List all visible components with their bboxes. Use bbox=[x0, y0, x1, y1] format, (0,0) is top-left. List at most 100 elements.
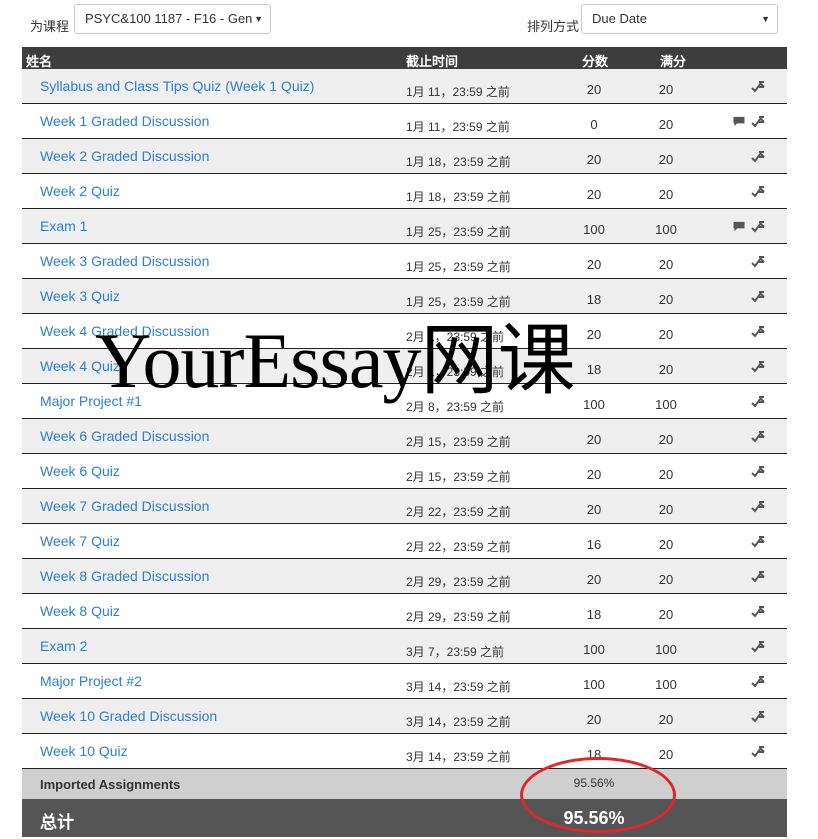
what-if-icon[interactable] bbox=[750, 675, 766, 689]
assignment-link[interactable]: Week 7 Quiz bbox=[40, 533, 120, 549]
score-value[interactable]: 20 bbox=[570, 502, 618, 517]
what-if-icon[interactable] bbox=[750, 80, 766, 94]
what-if-icon[interactable] bbox=[750, 640, 766, 654]
out-of-value: 100 bbox=[655, 642, 677, 657]
out-of-value: 20 bbox=[658, 432, 674, 447]
out-of-value: 20 bbox=[658, 712, 674, 727]
assignment-link[interactable]: Major Project #2 bbox=[40, 673, 142, 689]
header-score: 分数 bbox=[582, 54, 609, 69]
score-value[interactable]: 20 bbox=[570, 467, 618, 482]
assignment-link[interactable]: Syllabus and Class Tips Quiz (Week 1 Qui… bbox=[40, 78, 314, 94]
score-value[interactable]: 18 bbox=[570, 362, 618, 377]
what-if-icon[interactable] bbox=[750, 290, 766, 304]
assignment-link[interactable]: Exam 1 bbox=[40, 218, 87, 234]
assignment-link[interactable]: Week 7 Graded Discussion bbox=[40, 498, 209, 514]
what-if-icon[interactable] bbox=[750, 360, 766, 374]
score-value[interactable]: 18 bbox=[570, 747, 618, 762]
what-if-icon[interactable] bbox=[750, 430, 766, 444]
score-value[interactable]: 20 bbox=[570, 187, 618, 202]
assignment-link[interactable]: Week 4 Quiz bbox=[40, 358, 120, 374]
table-row: Exam 2 3月 7，23:59 之前 100 100 bbox=[22, 629, 787, 664]
assignment-link[interactable]: Week 6 Graded Discussion bbox=[40, 428, 209, 444]
assignment-link[interactable]: Week 8 Graded Discussion bbox=[40, 568, 209, 584]
score-value[interactable]: 20 bbox=[570, 432, 618, 447]
what-if-icon[interactable] bbox=[750, 185, 766, 199]
what-if-icon[interactable] bbox=[750, 570, 766, 584]
due-date: 3月 7，23:59 之前 bbox=[406, 645, 505, 659]
what-if-icon[interactable] bbox=[750, 745, 766, 759]
grades-table: 姓名 截止时间 分数 满分 Syllabus and Class Tips Qu… bbox=[22, 47, 787, 837]
assignment-link[interactable]: Week 1 Graded Discussion bbox=[40, 113, 209, 129]
out-of-value: 20 bbox=[658, 187, 674, 202]
out-of-value: 20 bbox=[658, 362, 674, 377]
what-if-icon[interactable] bbox=[750, 535, 766, 549]
score-value[interactable]: 16 bbox=[570, 537, 618, 552]
score-value[interactable]: 18 bbox=[570, 292, 618, 307]
what-if-icon[interactable] bbox=[750, 395, 766, 409]
score-value[interactable]: 20 bbox=[570, 572, 618, 587]
what-if-icon[interactable] bbox=[750, 325, 766, 339]
assignment-link[interactable]: Week 8 Quiz bbox=[40, 603, 120, 619]
assignment-link[interactable]: Week 2 Graded Discussion bbox=[40, 148, 209, 164]
assignment-link[interactable]: Week 3 Graded Discussion bbox=[40, 253, 209, 269]
score-value[interactable]: 20 bbox=[570, 327, 618, 342]
out-of-value: 20 bbox=[658, 537, 674, 552]
score-value[interactable]: 20 bbox=[570, 82, 618, 97]
score-value[interactable]: 0 bbox=[570, 117, 618, 132]
assignment-link[interactable]: Week 4 Graded Discussion bbox=[40, 323, 209, 339]
what-if-icon[interactable] bbox=[750, 465, 766, 479]
assignment-link[interactable]: Week 10 Graded Discussion bbox=[40, 708, 217, 724]
score-value[interactable]: 20 bbox=[570, 257, 618, 272]
assignment-link[interactable]: Major Project #1 bbox=[40, 393, 142, 409]
due-date: 2月 22，23:59 之前 bbox=[406, 540, 511, 554]
assignment-link[interactable]: Exam 2 bbox=[40, 638, 87, 654]
course-select-label: 为课程 bbox=[30, 19, 70, 34]
table-row: Week 10 Quiz 3月 14，23:59 之前 18 20 bbox=[22, 734, 787, 769]
assignment-link[interactable]: Week 6 Quiz bbox=[40, 463, 120, 479]
score-value[interactable]: 100 bbox=[570, 677, 618, 692]
score-value[interactable]: 20 bbox=[570, 152, 618, 167]
what-if-icon[interactable] bbox=[750, 220, 766, 234]
table-row: Major Project #1 2月 8，23:59 之前 100 100 bbox=[22, 384, 787, 419]
course-select[interactable]: PSYC&100 1187 - F16 - Gen ▼ bbox=[74, 4, 271, 34]
imported-value: 95.56% bbox=[573, 776, 615, 790]
header-due: 截止时间 bbox=[406, 54, 459, 69]
due-date: 1月 25，23:59 之前 bbox=[406, 295, 511, 309]
score-value[interactable]: 100 bbox=[570, 222, 618, 237]
what-if-icon[interactable] bbox=[750, 150, 766, 164]
assignment-link[interactable]: Week 3 Quiz bbox=[40, 288, 120, 304]
what-if-icon[interactable] bbox=[750, 115, 766, 129]
out-of-value: 100 bbox=[655, 222, 677, 237]
due-date: 2月 15，23:59 之前 bbox=[406, 470, 511, 484]
sort-select[interactable]: Due Date ▼ bbox=[581, 4, 778, 34]
due-date: 1月 18，23:59 之前 bbox=[406, 190, 511, 204]
table-row: Syllabus and Class Tips Quiz (Week 1 Qui… bbox=[22, 69, 787, 104]
assignment-link[interactable]: Week 10 Quiz bbox=[40, 743, 128, 759]
total-label: 总计 bbox=[40, 813, 74, 832]
out-of-value: 20 bbox=[658, 152, 674, 167]
score-value[interactable]: 18 bbox=[570, 607, 618, 622]
table-header: 姓名 截止时间 分数 满分 bbox=[22, 47, 787, 69]
table-row: Week 3 Graded Discussion 1月 25，23:59 之前 20… bbox=[22, 244, 787, 279]
due-date: 2月 22，23:59 之前 bbox=[406, 505, 511, 519]
table-row: Week 8 Quiz 2月 29，23:59 之前 18 20 bbox=[22, 594, 787, 629]
imported-label: Imported Assignments bbox=[40, 777, 181, 792]
assignment-link[interactable]: Week 2 Quiz bbox=[40, 183, 120, 199]
out-of-value: 20 bbox=[658, 292, 674, 307]
what-if-icon[interactable] bbox=[750, 500, 766, 514]
score-value[interactable]: 20 bbox=[570, 712, 618, 727]
due-date: 2月 8，23:59 之前 bbox=[406, 400, 505, 414]
comment-icon[interactable] bbox=[732, 116, 746, 127]
due-date: 3月 14，23:59 之前 bbox=[406, 715, 511, 729]
due-date: 1月 11，23:59 之前 bbox=[406, 120, 510, 134]
table-row: Week 1 Graded Discussion 1月 11，23:59 之前 0 2… bbox=[22, 104, 787, 139]
score-value[interactable]: 100 bbox=[570, 642, 618, 657]
out-of-value: 20 bbox=[658, 327, 674, 342]
comment-icon[interactable] bbox=[732, 221, 746, 232]
what-if-icon[interactable] bbox=[750, 255, 766, 269]
what-if-icon[interactable] bbox=[750, 710, 766, 724]
out-of-value: 20 bbox=[658, 502, 674, 517]
due-date: 2月 15，23:59 之前 bbox=[406, 435, 511, 449]
what-if-icon[interactable] bbox=[750, 605, 766, 619]
score-value[interactable]: 100 bbox=[570, 397, 618, 412]
